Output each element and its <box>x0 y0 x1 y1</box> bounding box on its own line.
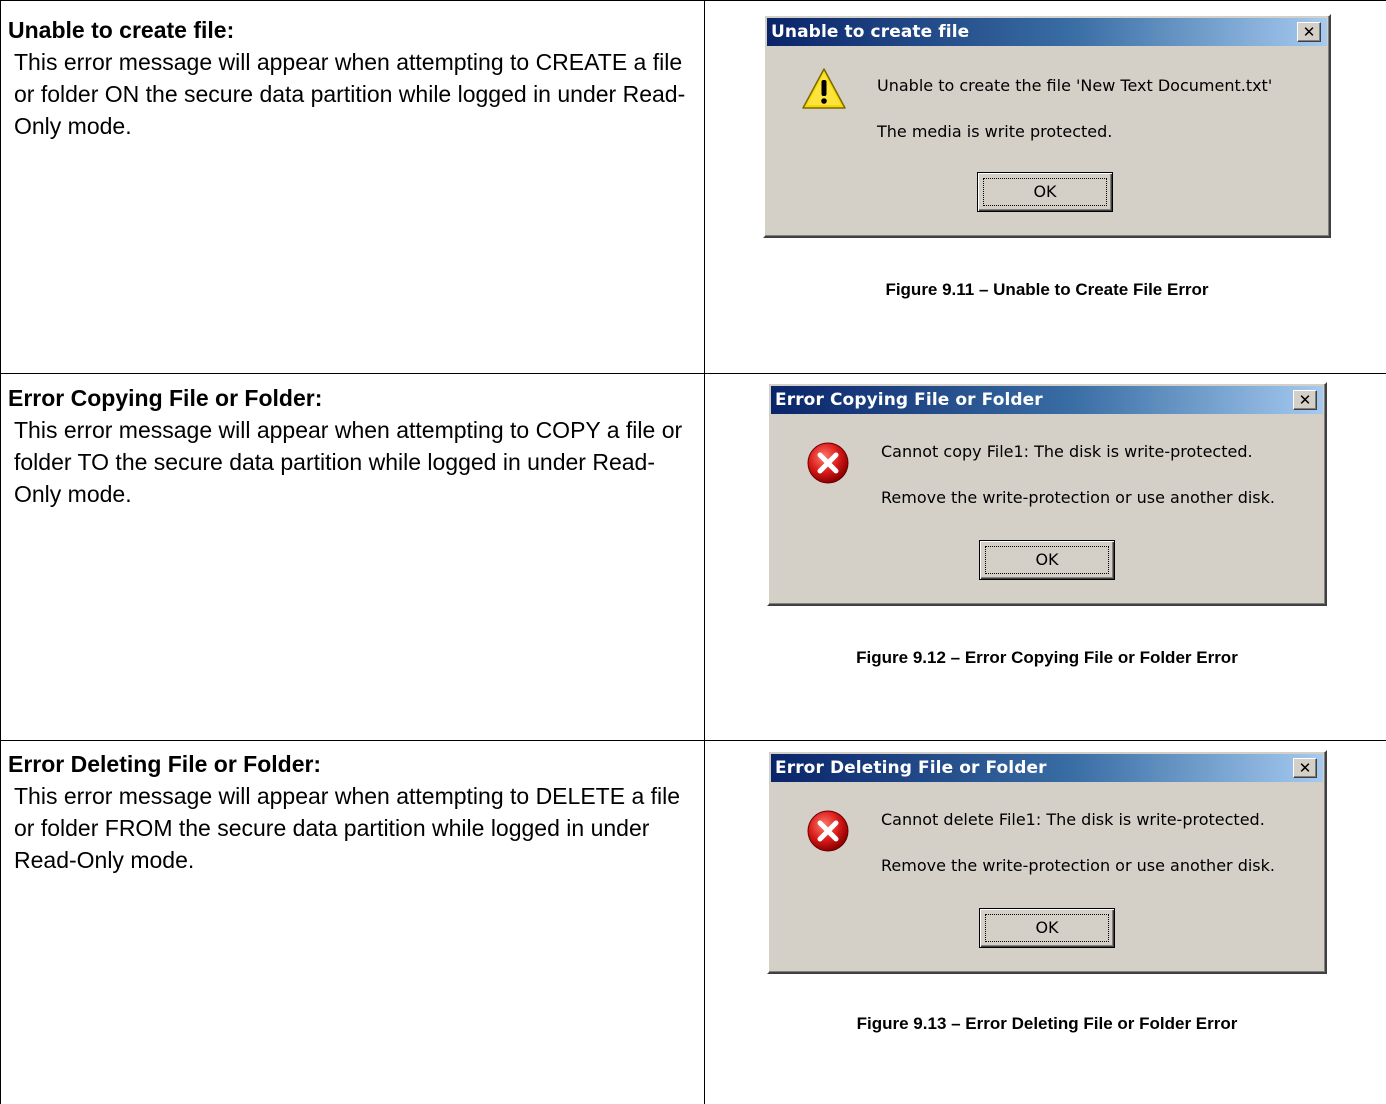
figure-caption: Figure 9.13 – Error Deleting File or Fol… <box>856 1014 1238 1033</box>
error-dialog: Error Deleting File or Folder ✕ Cannot d… <box>767 750 1327 974</box>
dialog-message-line2: Remove the write-protection or use anoth… <box>881 488 1275 507</box>
error-dialog: Error Copying File or Folder ✕ Cannot co… <box>767 382 1327 606</box>
dialog-title: Unable to create file <box>771 22 970 42</box>
dialog-titlebar[interactable]: Error Copying File or Folder ✕ <box>771 386 1323 414</box>
row-description: This error message will appear when atte… <box>14 49 686 139</box>
dialog-message-line1: Cannot delete File1: The disk is write-p… <box>881 810 1265 829</box>
close-icon: ✕ <box>1302 23 1316 41</box>
close-button[interactable]: ✕ <box>1293 758 1317 778</box>
ok-button[interactable]: OK <box>979 540 1115 580</box>
ok-button-label: OK <box>983 178 1107 206</box>
row-text-cell: Unable to create file: This error messag… <box>8 14 698 142</box>
close-icon: ✕ <box>1298 391 1312 409</box>
error-icon <box>805 808 851 854</box>
row-heading: Error Copying File or Folder: <box>8 385 323 411</box>
row-text-cell: Error Copying File or Folder: This error… <box>8 382 698 510</box>
table-border-left <box>0 0 1 1104</box>
warning-icon <box>801 66 847 112</box>
dialog-title: Error Copying File or Folder <box>775 390 1043 410</box>
row-heading: Unable to create file: <box>8 17 235 43</box>
row-heading: Error Deleting File or Folder: <box>8 751 322 777</box>
dialog-titlebar[interactable]: Error Deleting File or Folder ✕ <box>771 754 1323 782</box>
dialog-message-line2: The media is write protected. <box>877 122 1113 141</box>
dialog-message-line2: Remove the write-protection or use anoth… <box>881 856 1275 875</box>
ok-button[interactable]: OK <box>977 172 1113 212</box>
ok-button[interactable]: OK <box>979 908 1115 948</box>
table-column-divider <box>704 0 705 1104</box>
table-row-divider <box>0 373 1386 374</box>
ok-button-label: OK <box>985 546 1109 574</box>
dialog-message-line1: Cannot copy File1: The disk is write-pro… <box>881 442 1253 461</box>
table-row-divider <box>0 740 1386 741</box>
dialog-message-line1: Unable to create the file 'New Text Docu… <box>877 76 1273 95</box>
close-button[interactable]: ✕ <box>1297 22 1321 42</box>
error-icon <box>805 440 851 486</box>
row-text-cell: Error Deleting File or Folder: This erro… <box>8 748 698 876</box>
row-description: This error message will appear when atte… <box>14 783 681 873</box>
dialog-titlebar[interactable]: Unable to create file ✕ <box>767 18 1327 46</box>
figure-caption: Figure 9.12 – Error Copying File or Fold… <box>856 648 1238 667</box>
dialog-title: Error Deleting File or Folder <box>775 758 1047 778</box>
figure-caption: Figure 9.11 – Unable to Create File Erro… <box>885 280 1209 299</box>
error-dialog: Unable to create file ✕ Unable to create… <box>763 14 1331 238</box>
table-border-top <box>0 0 1386 1</box>
ok-button-label: OK <box>985 914 1109 942</box>
row-description: This error message will appear when atte… <box>14 417 683 507</box>
close-icon: ✕ <box>1298 759 1312 777</box>
close-button[interactable]: ✕ <box>1293 390 1317 410</box>
